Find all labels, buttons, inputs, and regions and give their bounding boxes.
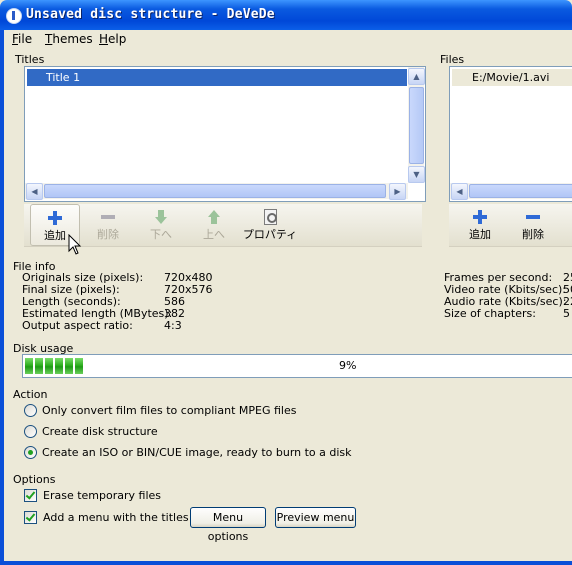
files-label: Files bbox=[440, 53, 465, 66]
titles-label: Titles bbox=[15, 53, 45, 66]
progress-segment bbox=[25, 358, 33, 374]
progress-segment bbox=[45, 358, 53, 374]
scroll-left-icon[interactable]: ◀ bbox=[451, 183, 468, 200]
info-chapter-size-key: Size of chapters: bbox=[444, 307, 536, 320]
remove-title-button[interactable]: 削除 bbox=[83, 204, 133, 244]
window-title: Unsaved disc structure - DeVeDe bbox=[26, 7, 275, 22]
file-row-label: E:/Movie/1.avi bbox=[472, 71, 550, 84]
minus-icon bbox=[525, 209, 541, 225]
remove-file-button[interactable]: 削除 bbox=[508, 204, 558, 244]
disk-usage-percent: 9% bbox=[339, 359, 357, 372]
add-menu-checkbox[interactable] bbox=[24, 511, 37, 524]
info-aspect-ratio-key: Output aspect ratio: bbox=[22, 319, 133, 332]
minus-icon bbox=[100, 209, 116, 225]
files-toolbar: 追加 削除 bbox=[449, 204, 572, 247]
radio-convert-only[interactable] bbox=[24, 404, 37, 417]
title-row-label: Title 1 bbox=[46, 71, 81, 84]
radio-create-disk-structure[interactable] bbox=[24, 425, 37, 438]
plus-icon bbox=[47, 210, 63, 226]
title-bar[interactable]: Unsaved disc structure - DeVeDe bbox=[0, 0, 572, 30]
radio-create-disk-structure-label[interactable]: Create disk structure bbox=[42, 425, 158, 438]
plus-icon bbox=[472, 209, 488, 225]
disk-usage-progress-bar: 9% bbox=[22, 354, 572, 378]
erase-temp-checkbox[interactable] bbox=[24, 489, 37, 502]
title-properties-button[interactable]: プロパティ bbox=[242, 204, 298, 244]
add-file-button[interactable]: 追加 bbox=[455, 204, 505, 244]
file-row[interactable]: E:/Movie/1.avi bbox=[452, 69, 572, 86]
scroll-right-icon[interactable]: ▶ bbox=[389, 183, 406, 200]
file-info-right-keys: Frames per second: Video rate (Kbits/sec… bbox=[444, 272, 566, 320]
info-aspect-ratio-value: 4:3 bbox=[164, 319, 182, 332]
files-hscroll-thumb[interactable] bbox=[469, 184, 572, 198]
move-up-button[interactable]: 上へ bbox=[189, 204, 239, 244]
radio-create-iso-label[interactable]: Create an ISO or BIN/CUE image, ready to… bbox=[42, 446, 352, 459]
files-list[interactable]: E:/Movie/1.avi ◀ bbox=[449, 66, 572, 202]
menu-file[interactable]: File bbox=[12, 32, 32, 46]
titles-toolbar: 追加 削除 下へ 上へ プロパティ bbox=[24, 204, 422, 247]
move-down-button[interactable]: 下へ bbox=[136, 204, 186, 244]
erase-temp-label[interactable]: Erase temporary files bbox=[43, 489, 161, 502]
titles-horizontal-scrollbar[interactable]: ◀ ▶ bbox=[25, 183, 408, 200]
progress-segment bbox=[65, 358, 73, 374]
progress-segment bbox=[75, 358, 83, 374]
titles-hscroll-thumb[interactable] bbox=[44, 184, 386, 198]
progress-segment bbox=[55, 358, 63, 374]
titles-vscroll-thumb[interactable] bbox=[409, 87, 424, 164]
titles-vertical-scrollbar[interactable]: ▲ ▼ bbox=[408, 67, 425, 183]
radio-convert-only-label[interactable]: Only convert film files to compliant MPE… bbox=[42, 404, 296, 417]
file-info-keys: Originals size (pixels): Final size (pix… bbox=[22, 272, 172, 332]
menu-help[interactable]: Help bbox=[99, 32, 126, 46]
options-label: Options bbox=[13, 473, 56, 486]
action-label: Action bbox=[13, 388, 48, 401]
menu-options-button[interactable]: Menu options bbox=[190, 507, 266, 543]
arrow-up-icon bbox=[206, 209, 222, 225]
info-chapter-size-value: 5 bbox=[563, 307, 570, 320]
file-info-right-values: 25 50 22 5 bbox=[563, 272, 572, 320]
file-info-values: 720x480 720x576 586 382 4:3 bbox=[164, 272, 213, 332]
devede-app-icon[interactable] bbox=[6, 8, 22, 24]
arrow-down-icon bbox=[153, 209, 169, 225]
menu-bar: File Themes Help bbox=[4, 30, 572, 48]
progress-fill bbox=[25, 358, 83, 374]
radio-create-iso[interactable] bbox=[24, 446, 37, 459]
window-border-bottom bbox=[0, 561, 572, 565]
title-row-selected[interactable]: Title 1 bbox=[27, 69, 407, 86]
preview-menu-button[interactable]: Preview menu bbox=[275, 507, 356, 528]
scroll-left-icon[interactable]: ◀ bbox=[26, 183, 43, 200]
add-menu-label[interactable]: Add a menu with the titles bbox=[43, 511, 189, 524]
menu-themes[interactable]: Themes bbox=[45, 32, 93, 46]
scroll-down-icon[interactable]: ▼ bbox=[408, 166, 425, 183]
files-horizontal-scrollbar[interactable]: ◀ bbox=[450, 183, 572, 200]
properties-icon bbox=[262, 209, 278, 225]
scroll-up-icon[interactable]: ▲ bbox=[408, 68, 425, 85]
titles-list[interactable]: Title 1 ▲ ▼ ◀ ▶ bbox=[24, 66, 426, 202]
window-border-left bbox=[0, 30, 4, 565]
progress-segment bbox=[35, 358, 43, 374]
